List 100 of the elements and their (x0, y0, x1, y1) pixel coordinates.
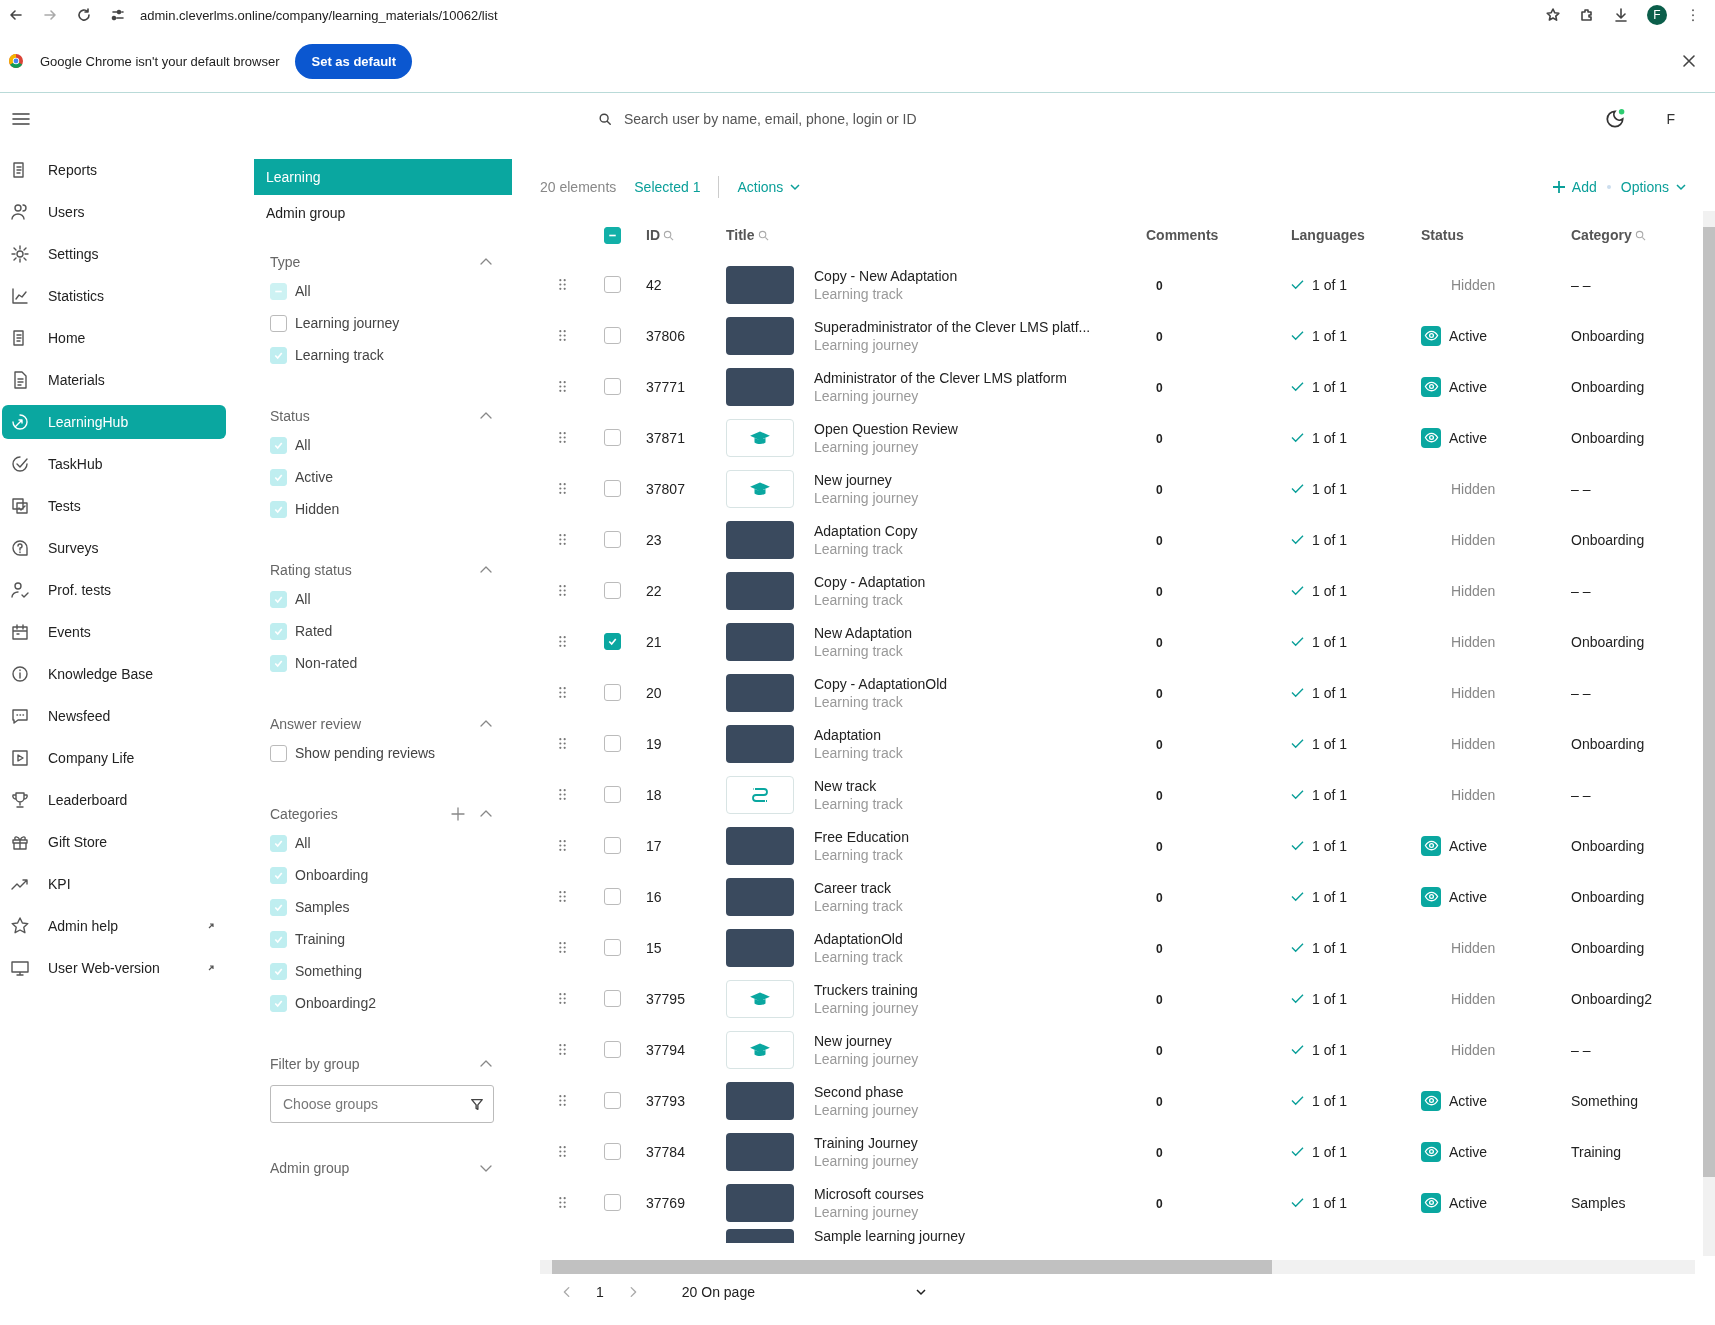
material-title[interactable]: Adaptation (814, 726, 903, 743)
column-header[interactable]: Category (1571, 227, 1632, 243)
drag-handle-icon[interactable] (557, 992, 567, 1005)
row-checkbox[interactable] (603, 582, 621, 599)
row-checkbox[interactable] (603, 837, 621, 854)
close-icon[interactable] (1681, 53, 1697, 69)
material-title[interactable]: New track (814, 777, 903, 794)
row-checkbox[interactable] (603, 276, 621, 293)
site-settings-icon[interactable] (110, 7, 126, 23)
drag-handle-icon[interactable] (557, 278, 567, 291)
row-checkbox[interactable] (603, 990, 621, 1007)
search-icon[interactable] (1634, 229, 1646, 241)
filter-checkbox[interactable] (270, 314, 287, 332)
material-title[interactable]: AdaptationOld (814, 930, 903, 947)
column-header[interactable]: Languages (1291, 227, 1365, 243)
row-checkbox[interactable] (603, 1092, 621, 1109)
row-checkbox[interactable] (603, 633, 621, 650)
material-title[interactable]: New journey (814, 471, 919, 488)
material-title[interactable]: Superadministrator of the Clever LMS platf... (814, 318, 1091, 335)
row-checkbox[interactable] (603, 480, 621, 497)
nav-item[interactable]: Materials (2, 363, 226, 397)
material-title[interactable]: Copy - Adaptation (814, 573, 926, 590)
material-title[interactable]: Copy - AdaptationOld (814, 675, 948, 692)
nav-item[interactable]: Admin help (2, 909, 226, 943)
row-checkbox[interactable] (603, 327, 621, 344)
column-header[interactable]: Title (726, 227, 755, 243)
profile-avatar[interactable]: F (1647, 5, 1667, 25)
nav-item[interactable]: Events (2, 615, 226, 649)
material-title[interactable]: Sample learning journey (814, 1228, 965, 1244)
nav-item[interactable]: Prof. tests (2, 573, 226, 607)
drag-handle-icon[interactable] (557, 839, 567, 852)
drag-handle-icon[interactable] (557, 329, 567, 342)
row-checkbox[interactable] (603, 735, 621, 752)
material-title[interactable]: Second phase (814, 1083, 919, 1100)
nav-item[interactable]: Company Life (2, 741, 226, 775)
search-icon[interactable] (663, 229, 674, 241)
row-checkbox[interactable] (603, 531, 621, 548)
material-title[interactable]: Administrator of the Clever LMS platform (814, 369, 1067, 386)
row-checkbox[interactable] (603, 1194, 621, 1211)
filter-checkbox[interactable] (270, 744, 287, 762)
nav-item[interactable]: TaskHub (2, 447, 226, 481)
nav-item[interactable]: Surveys (2, 531, 226, 565)
current-page[interactable]: 1 (596, 1284, 604, 1300)
drag-handle-icon[interactable] (557, 431, 567, 444)
row-checkbox[interactable] (603, 939, 621, 956)
drag-handle-icon[interactable] (557, 890, 567, 903)
horizontal-scrollbar[interactable] (540, 1260, 1695, 1274)
drag-handle-icon[interactable] (557, 380, 567, 393)
moon-icon[interactable] (1604, 108, 1627, 130)
material-title[interactable]: Training Journey (814, 1134, 919, 1151)
nav-item[interactable]: Users (2, 195, 226, 229)
bookmark-star-icon[interactable] (1545, 7, 1561, 23)
drag-handle-icon[interactable] (557, 1043, 567, 1056)
drag-handle-icon[interactable] (557, 788, 567, 801)
set-default-button[interactable]: Set as default (295, 43, 412, 79)
group-item[interactable]: Admin group (254, 195, 512, 231)
filter-icon[interactable] (470, 1097, 484, 1111)
drag-handle-icon[interactable] (557, 1094, 567, 1107)
row-checkbox[interactable] (603, 888, 621, 905)
row-checkbox[interactable] (603, 429, 621, 446)
nav-item[interactable]: Reports (2, 153, 226, 187)
row-checkbox[interactable] (603, 684, 621, 701)
drag-handle-icon[interactable] (557, 1196, 567, 1209)
material-title[interactable]: New journey (814, 1032, 919, 1049)
row-checkbox[interactable] (603, 1143, 621, 1160)
material-title[interactable]: Microsoft courses (814, 1185, 924, 1202)
drag-handle-icon[interactable] (557, 482, 567, 495)
row-checkbox[interactable] (603, 378, 621, 395)
drag-handle-icon[interactable] (557, 635, 567, 648)
nav-item[interactable]: Tests (2, 489, 226, 523)
nav-item[interactable]: Knowledge Base (2, 657, 226, 691)
material-title[interactable]: Free Education (814, 828, 909, 845)
page-size-dropdown[interactable]: 20 On page (681, 1284, 927, 1300)
drag-handle-icon[interactable] (557, 686, 567, 699)
column-header[interactable]: Comments (1146, 227, 1219, 243)
material-title[interactable]: Truckers training (814, 981, 919, 998)
drag-handle-icon[interactable] (557, 737, 567, 750)
row-checkbox[interactable] (603, 786, 621, 803)
nav-item[interactable]: Gift Store (2, 825, 226, 859)
nav-item[interactable]: Statistics (2, 279, 226, 313)
add-icon[interactable] (450, 806, 466, 822)
nav-item[interactable]: User Web-version (2, 951, 226, 985)
nav-item[interactable]: Leaderboard (2, 783, 226, 817)
select-all-checkbox[interactable] (603, 226, 621, 244)
reload-icon[interactable] (76, 7, 92, 23)
drag-handle-icon[interactable] (557, 533, 567, 546)
drag-handle-icon[interactable] (557, 584, 567, 597)
forward-icon[interactable] (42, 7, 58, 23)
nav-item[interactable]: Home (2, 321, 226, 355)
nav-item[interactable]: Newsfeed (2, 699, 226, 733)
extensions-icon[interactable] (1579, 7, 1595, 23)
column-header[interactable]: Status (1421, 227, 1464, 243)
menu-icon[interactable] (12, 111, 30, 127)
material-title[interactable]: New Adaptation (814, 624, 913, 641)
row-checkbox[interactable] (603, 1041, 621, 1058)
vertical-scrollbar[interactable] (1703, 211, 1715, 1256)
material-title[interactable]: Adaptation Copy (814, 522, 918, 539)
download-icon[interactable] (1613, 7, 1629, 23)
search-icon[interactable] (757, 229, 769, 241)
group-select-field[interactable]: Choose groups (270, 1085, 494, 1123)
